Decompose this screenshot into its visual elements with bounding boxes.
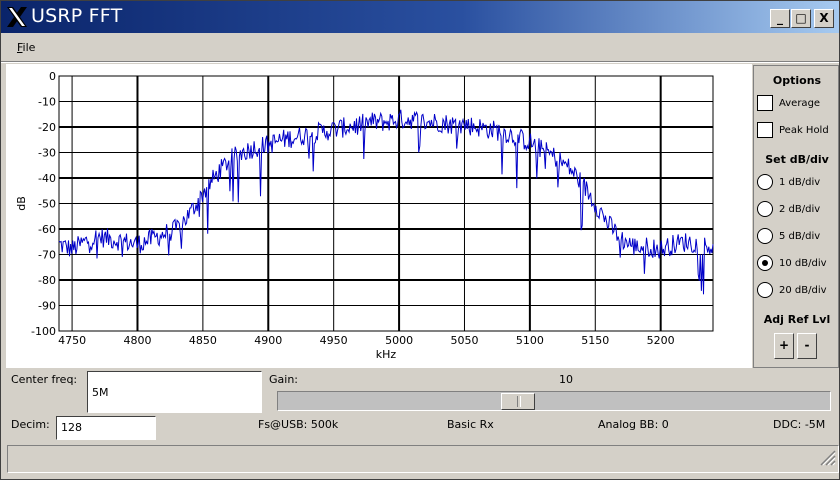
menu-file[interactable]: File <box>17 41 35 54</box>
radio-label: 5 dB/div <box>779 230 821 242</box>
peak-hold-checkbox[interactable]: Peak Hold <box>757 122 829 138</box>
x-tick-label: 4900 <box>254 334 282 347</box>
db-div-radio-5[interactable]: 5 dB/div <box>757 228 820 244</box>
y-axis-label: dB <box>15 196 28 211</box>
average-check-box[interactable] <box>757 95 773 111</box>
radio-circle-icon[interactable] <box>757 282 773 298</box>
x-tick-label: 5150 <box>581 334 609 347</box>
peak-hold-label: Peak Hold <box>779 124 829 136</box>
db-div-radio-2[interactable]: 2 dB/div <box>757 201 820 217</box>
resize-grip-icon[interactable] <box>816 446 836 466</box>
decim-label: Decim: <box>11 418 50 431</box>
close-icon: X <box>819 11 829 25</box>
fs-usb-status: Fs@USB: 500k <box>258 418 339 431</box>
ddc-status: DDC: -5M <box>773 418 826 431</box>
x-tick-label: 5200 <box>647 334 675 347</box>
set-db-div-title: Set dB/div <box>765 153 829 166</box>
radio-circle-icon[interactable] <box>757 174 773 190</box>
close-button[interactable]: X <box>814 9 834 28</box>
usrp-fft-window: USRP FFT _ □ X File 4750 4800 4850 4900 4950… <box>0 0 840 480</box>
y-tick-label: -50 <box>38 198 56 211</box>
decim-input[interactable]: 128 <box>56 416 156 440</box>
ref-level-down-button[interactable]: - <box>797 333 817 359</box>
x-axis-label: kHz <box>376 348 397 361</box>
gain-slider-thumb[interactable] <box>501 393 535 410</box>
radio-circle-icon[interactable] <box>757 228 773 244</box>
y-tick-label: -70 <box>38 249 56 262</box>
radio-circle-icon[interactable] <box>757 201 773 217</box>
y-tick-label: -100 <box>31 325 56 338</box>
menu-file-label: ile <box>22 41 36 54</box>
radio-label: 10 dB/div <box>779 257 827 269</box>
center-freq-input[interactable]: 5M <box>87 371 262 413</box>
y-tick-label: 0 <box>49 70 56 83</box>
menu-separator <box>1 61 839 63</box>
title-bar[interactable]: USRP FFT _ □ X <box>1 1 839 33</box>
maximize-button[interactable]: □ <box>791 9 811 28</box>
y-tick-label: -60 <box>38 223 56 236</box>
x-tick-label: 5100 <box>516 334 544 347</box>
y-tick-label: -30 <box>38 147 56 160</box>
options-title: Options <box>772 74 822 87</box>
radio-label: 1 dB/div <box>779 176 821 188</box>
minimize-icon: _ <box>777 11 783 25</box>
x-tick-label: 4950 <box>320 334 348 347</box>
fft-plot: 4750 4800 4850 4900 4950 5000 5050 5100 5150 5200… <box>15 70 714 361</box>
center-freq-label: Center freq: <box>11 373 78 386</box>
radio-label: 20 dB/div <box>779 284 827 296</box>
radio-circle-icon[interactable] <box>757 255 773 271</box>
db-div-radio-10[interactable]: 10 dB/div <box>757 255 827 271</box>
options-panel: Options Average Peak Hold Set dB/div 1 d… <box>753 65 839 368</box>
fft-plot-panel[interactable]: 4750 4800 4850 4900 4950 5000 5050 5100 5150 5200… <box>6 64 752 368</box>
y-tick-label: -20 <box>38 121 56 134</box>
x-tick-label: 4850 <box>189 334 217 347</box>
minimize-button[interactable]: _ <box>770 9 790 28</box>
x-tick-label: 5000 <box>385 334 413 347</box>
peak-hold-check-box[interactable] <box>757 122 773 138</box>
db-div-radio-1[interactable]: 1 dB/div <box>757 174 820 190</box>
x-logo-icon <box>7 7 27 27</box>
status-bar <box>7 445 839 473</box>
average-checkbox[interactable]: Average <box>757 95 820 111</box>
analog-bb-status: Analog BB: 0 <box>598 418 669 431</box>
menu-bar: File <box>1 37 839 59</box>
x-tick-label: 4750 <box>58 334 86 347</box>
x-tick-label: 5050 <box>450 334 478 347</box>
ref-level-up-button[interactable]: + <box>774 333 794 359</box>
window-title: USRP FFT <box>31 5 123 27</box>
y-tick-label: -40 <box>38 172 56 185</box>
db-div-radio-20[interactable]: 20 dB/div <box>757 282 827 298</box>
adj-ref-lvl-title: Adj Ref Lvl <box>763 313 831 326</box>
y-tick-label: -10 <box>38 96 56 109</box>
gain-label: Gain: <box>269 373 298 386</box>
maximize-icon: □ <box>795 11 807 25</box>
average-label: Average <box>779 97 821 109</box>
gain-value: 10 <box>559 373 573 386</box>
gain-slider[interactable] <box>277 391 831 411</box>
mode-status: Basic Rx <box>447 418 494 431</box>
x-tick-label: 4800 <box>123 334 151 347</box>
y-tick-label: -80 <box>38 274 56 287</box>
radio-label: 2 dB/div <box>779 203 821 215</box>
y-tick-label: -90 <box>38 300 56 313</box>
